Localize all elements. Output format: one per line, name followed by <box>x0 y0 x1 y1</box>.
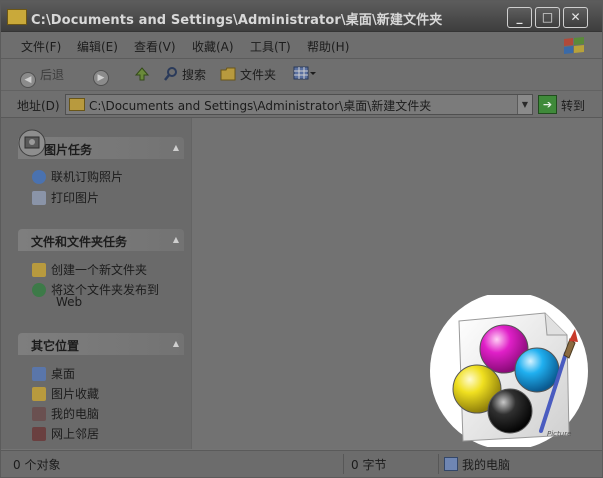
forward-button[interactable]: ▶ <box>93 66 113 86</box>
menu-favorites[interactable]: 收藏(A) <box>192 38 234 55</box>
panel-title: 其它位置 <box>31 339 80 353</box>
title-bar[interactable]: C:\Documents and Settings\Administrator\… <box>1 1 602 32</box>
network-places-link[interactable]: 网上邻居 <box>32 425 99 442</box>
toolbar: ◀ 后退 ▶ 搜索 文件夹 <box>1 59 602 91</box>
folder-up-icon <box>134 67 150 81</box>
back-button[interactable]: ◀ 后退 <box>20 66 64 88</box>
search-icon <box>164 67 177 81</box>
publish-folder-web-link[interactable]: 将这个文件夹发布到 <box>32 281 159 298</box>
logo-label: Picture <box>547 430 571 438</box>
forward-arrow-icon: ▶ <box>93 70 109 86</box>
desktop-link[interactable]: 桌面 <box>32 365 75 382</box>
panel-other-places[interactable]: 其它位置 ▲ <box>18 333 184 355</box>
picture-app-logo: Picture <box>430 295 588 447</box>
panel-title: 图片任务 <box>44 143 93 157</box>
black-ink-drop-icon <box>487 388 533 434</box>
menu-view[interactable]: 查看(V) <box>134 38 176 55</box>
search-button[interactable]: 搜索 <box>163 66 206 83</box>
my-computer-link[interactable]: 我的电脑 <box>32 405 99 422</box>
back-arrow-icon: ◀ <box>20 72 36 88</box>
status-location: 我的电脑 <box>444 456 510 473</box>
window-title: C:\Documents and Settings\Administrator\… <box>31 13 443 28</box>
menu-file[interactable]: 文件(F) <box>21 38 61 55</box>
status-object-count: 0 个对象 <box>13 458 61 472</box>
print-pictures-link[interactable]: 打印图片 <box>32 189 99 206</box>
go-button[interactable]: 转到 <box>561 97 585 114</box>
publish-web-icon <box>32 283 46 297</box>
address-value: C:\Documents and Settings\Administrator\… <box>89 99 432 113</box>
printer-icon <box>32 191 46 205</box>
panel-title: 文件和文件夹任务 <box>31 235 128 249</box>
new-folder-icon <box>32 263 46 277</box>
collapse-icon[interactable]: ▲ <box>173 339 179 348</box>
address-label: 地址(D) <box>17 99 60 113</box>
folder-icon <box>69 98 85 111</box>
go-arrow-icon[interactable]: ➔ <box>538 95 557 114</box>
order-photos-online-link[interactable]: 联机订购照片 <box>32 168 123 185</box>
folder-icon <box>220 67 236 81</box>
menu-edit[interactable]: 编辑(E) <box>77 38 118 55</box>
panel-file-folder-tasks[interactable]: 文件和文件夹任务 ▲ <box>18 229 184 251</box>
folder-icon <box>7 9 27 25</box>
address-input[interactable]: C:\Documents and Settings\Administrator\… <box>65 94 533 115</box>
computer-icon <box>32 407 46 421</box>
collapse-icon[interactable]: ▲ <box>173 235 179 244</box>
status-bar: 0 个对象 0 字节 我的电脑 <box>1 450 602 477</box>
task-pane: 图片任务 ▲ 联机订购照片 打印图片 文件和文件夹任务 ▲ 创建一个新文件夹 将… <box>1 118 192 449</box>
pictures-folder-icon <box>32 387 46 401</box>
computer-icon <box>444 457 458 471</box>
status-divider <box>343 454 344 474</box>
cyan-ink-drop-icon <box>514 347 560 393</box>
close-button[interactable]: ✕ <box>563 7 588 28</box>
windows-logo-icon <box>564 37 584 54</box>
explorer-window: C:\Documents and Settings\Administrator\… <box>0 0 603 478</box>
views-button[interactable] <box>293 66 317 81</box>
maximize-button[interactable]: □ <box>535 7 560 28</box>
folders-button[interactable]: 文件夹 <box>220 66 276 83</box>
views-grid-icon <box>293 66 316 80</box>
make-new-folder-link[interactable]: 创建一个新文件夹 <box>32 261 147 278</box>
picture-tasks-icon <box>18 129 46 157</box>
minimize-button[interactable]: _ <box>507 7 532 28</box>
desktop-icon <box>32 367 46 381</box>
network-icon <box>32 427 46 441</box>
address-dropdown-button[interactable]: ▼ <box>517 95 532 114</box>
menu-tools[interactable]: 工具(T) <box>250 38 291 55</box>
menu-help[interactable]: 帮助(H) <box>307 38 349 55</box>
status-divider <box>438 454 439 474</box>
status-size: 0 字节 <box>351 458 387 472</box>
my-pictures-link[interactable]: 图片收藏 <box>32 385 99 402</box>
publish-folder-web-link-line2[interactable]: Web <box>56 295 82 309</box>
collapse-icon[interactable]: ▲ <box>173 143 179 152</box>
globe-icon <box>32 170 46 184</box>
up-button[interactable] <box>134 66 150 82</box>
menu-bar: 文件(F) 编辑(E) 查看(V) 收藏(A) 工具(T) 帮助(H) <box>1 32 602 59</box>
address-bar: 地址(D) C:\Documents and Settings\Administ… <box>1 91 602 118</box>
